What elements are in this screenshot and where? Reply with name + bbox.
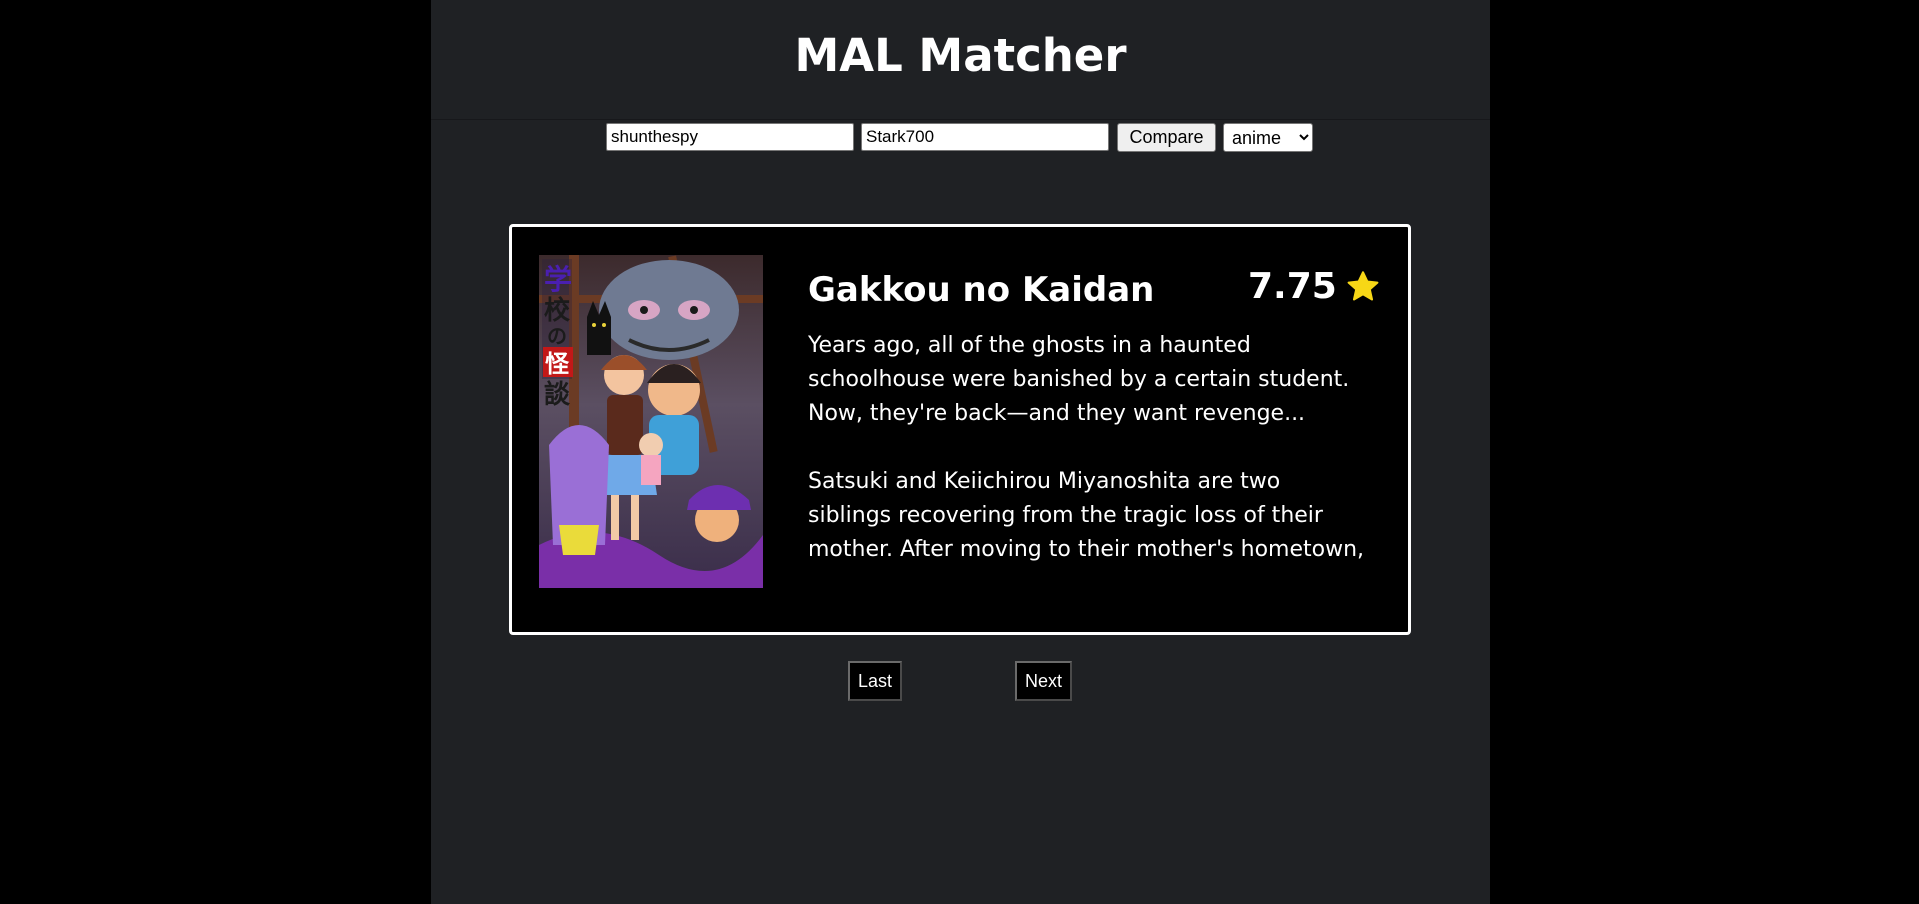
entry-card: 学 校 の 怪 談 Gakkou no Kaidan 7.75 Years ag…: [509, 224, 1411, 635]
score: 7.75: [1248, 265, 1381, 309]
main-page: MAL Matcher Compare anime: [431, 0, 1490, 904]
entry-title: Gakkou no Kaidan: [808, 270, 1155, 310]
app-title: MAL Matcher: [794, 29, 1127, 82]
synopsis: Years ago, all of the ghosts in a haunte…: [808, 329, 1368, 565]
score-value: 7.75: [1248, 266, 1337, 307]
synopsis-paragraph-1: Years ago, all of the ghosts in a haunte…: [808, 333, 1350, 426]
svg-text:談: 談: [544, 379, 571, 410]
header: MAL Matcher: [431, 0, 1490, 120]
compare-controls: Compare anime: [431, 123, 1490, 153]
synopsis-paragraph-2: Satsuki and Keiichirou Miyanoshita are t…: [808, 469, 1365, 562]
svg-text:校: 校: [544, 295, 571, 326]
cover-image: 学 校 の 怪 談: [539, 255, 763, 588]
last-button[interactable]: Last: [848, 661, 902, 701]
svg-text:学: 学: [544, 263, 572, 296]
svg-text:の: の: [547, 324, 567, 348]
compare-button[interactable]: Compare: [1117, 123, 1216, 152]
svg-text:怪: 怪: [545, 350, 570, 378]
username-1-input[interactable]: [606, 123, 854, 151]
star-icon: [1345, 269, 1381, 305]
username-2-input[interactable]: [861, 123, 1109, 151]
next-button[interactable]: Next: [1015, 661, 1072, 701]
media-type-select[interactable]: anime: [1223, 123, 1313, 152]
